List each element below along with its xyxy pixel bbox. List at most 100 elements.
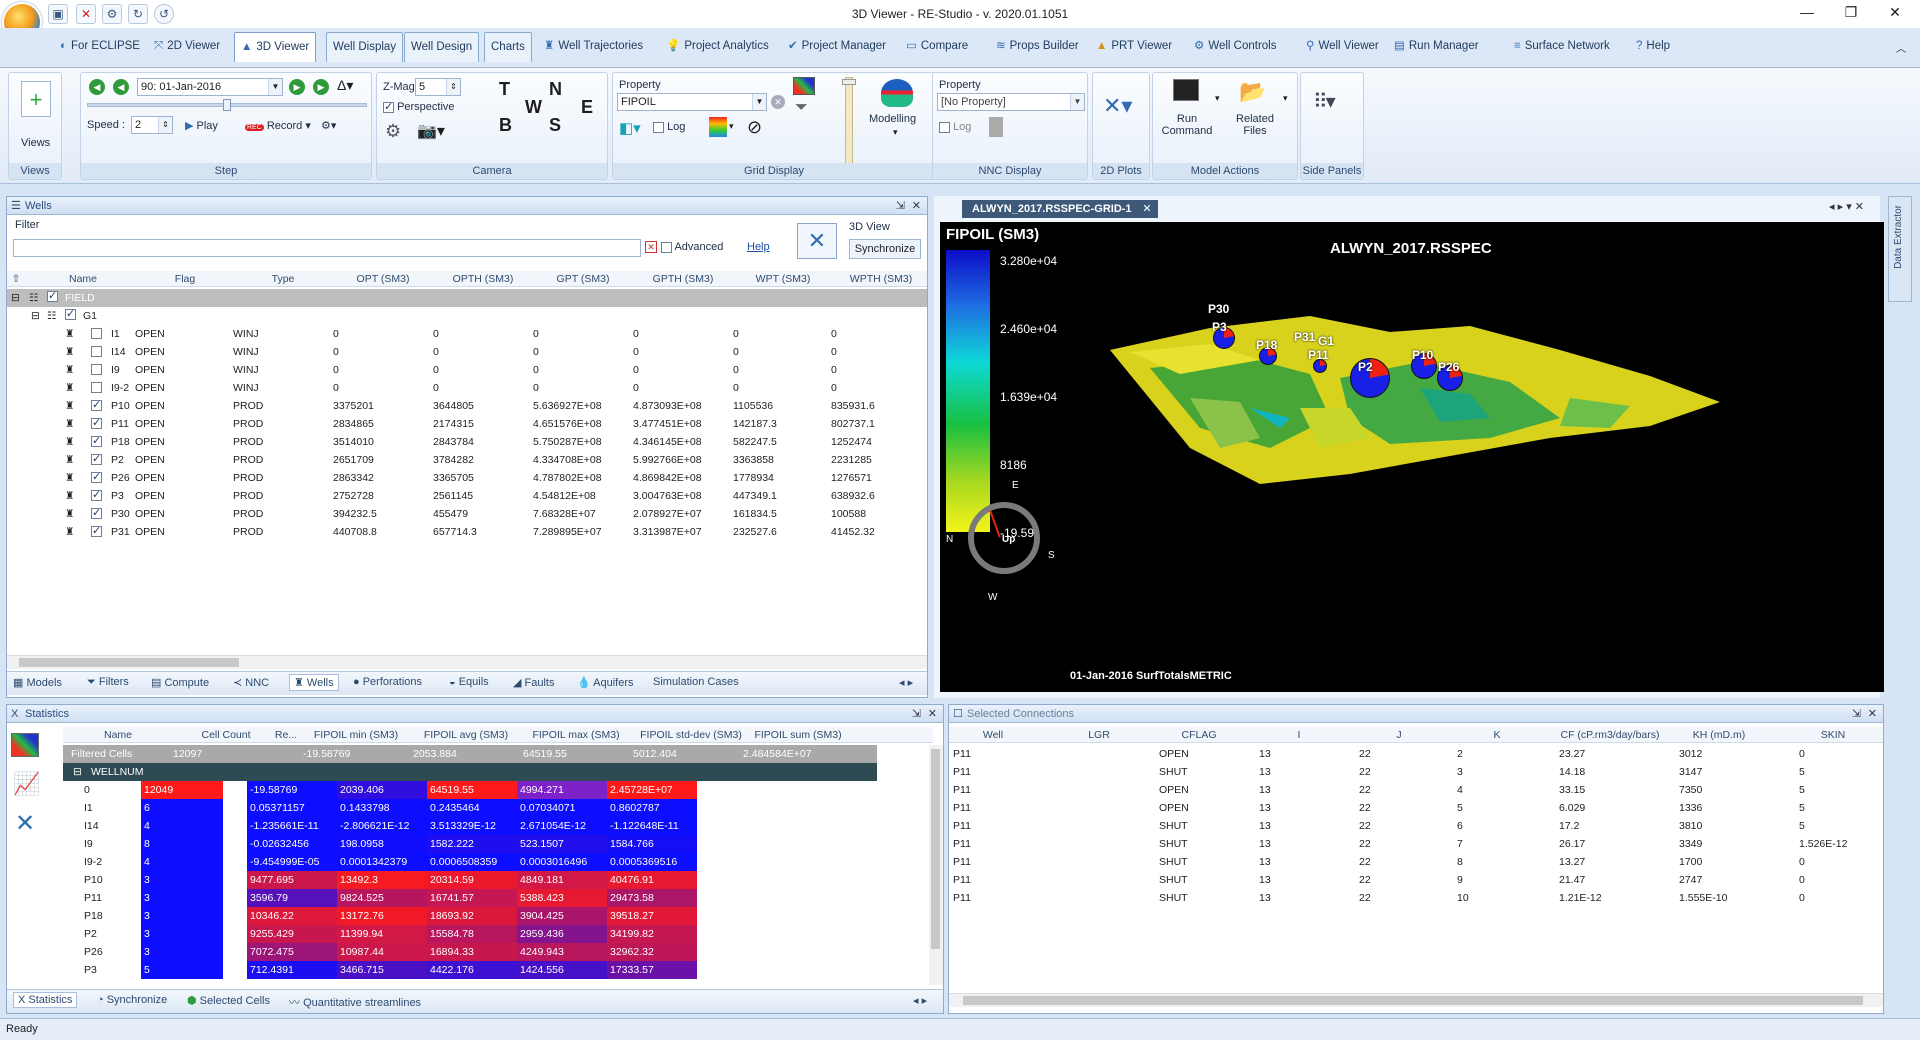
- close-icon[interactable]: ✕: [912, 197, 921, 215]
- tab-run-manager[interactable]: ▤ Run Manager: [1388, 32, 1485, 62]
- well-label[interactable]: P31: [1294, 330, 1315, 344]
- pin-icon[interactable]: ⇲: [1852, 705, 1861, 723]
- col-cf[interactable]: CF (cP.rm3/day/bars): [1535, 729, 1685, 741]
- tab-nnc[interactable]: ≺ NNC: [233, 676, 269, 689]
- modelling-dropdown-icon[interactable]: ▾: [893, 127, 898, 138]
- close-file-icon[interactable]: ✕: [76, 4, 96, 24]
- col-fipoil-max[interactable]: FIPOIL max (SM3): [521, 729, 631, 741]
- views-button[interactable]: Views: [21, 137, 50, 149]
- tab-well-design[interactable]: Well Design: [404, 32, 480, 62]
- tab-scroll-arrows[interactable]: ◂ ▸: [913, 994, 927, 1007]
- well-row[interactable]: ♜ I1 OPEN WINJ 0 0 0 0 0 0: [7, 325, 927, 343]
- well-row[interactable]: ♜ P18 OPEN PROD 3514010 2843784 5.750287E+08 4.…: [7, 433, 927, 451]
- well-visible-checkbox[interactable]: [91, 524, 102, 537]
- folder-icon[interactable]: 📂: [1239, 79, 1266, 105]
- nnc-color-scale-icon[interactable]: [989, 117, 1003, 137]
- well-label[interactable]: P18: [1256, 338, 1277, 352]
- well-visible-checkbox[interactable]: [91, 434, 102, 447]
- collapse-icon[interactable]: ⊟: [11, 292, 20, 304]
- grid-cube-icon[interactable]: ◧▾: [619, 119, 641, 137]
- refresh-icon[interactable]: ↻: [128, 4, 148, 24]
- well-visible-checkbox[interactable]: [91, 470, 102, 483]
- well-row[interactable]: ♜ P30 OPEN PROD 394232.5 455479 7.68328E+07 2.0…: [7, 505, 927, 523]
- tab-simulation-cases[interactable]: Simulation Cases: [653, 676, 739, 688]
- connections-hscrollbar[interactable]: [949, 993, 1883, 1007]
- connection-row[interactable]: P11 OPEN 13 22 4 33.15 7350 5: [949, 781, 1883, 799]
- well-visible-checkbox[interactable]: [91, 382, 102, 393]
- zmag-input[interactable]: 5 ⇕: [415, 78, 461, 96]
- tab-synchronize[interactable]: ◔ Synchronize: [97, 994, 167, 1006]
- run-command-dropdown-icon[interactable]: ▾: [1215, 93, 1220, 104]
- viewer-canvas[interactable]: FIPOIL (SM3) ALWYN_2017.RSSPEC 3.280e+04…: [940, 222, 1884, 692]
- synchronize-button[interactable]: Synchronize: [849, 239, 921, 259]
- terminal-icon[interactable]: [1173, 79, 1199, 101]
- pin-icon[interactable]: ⇲: [912, 705, 921, 723]
- tab-props-builder[interactable]: ≋ Props Builder: [990, 32, 1085, 62]
- tab-aquifers[interactable]: 💧 Aquifers: [577, 676, 634, 689]
- clear-property-icon[interactable]: ✕: [771, 95, 785, 109]
- orientation-compass[interactable]: E N S W Up: [946, 480, 1055, 603]
- side-panels-icon[interactable]: ⠿▾: [1313, 89, 1336, 114]
- tab-project-manager[interactable]: ✔ Project Manager: [782, 32, 892, 62]
- col-i[interactable]: I: [1259, 729, 1339, 741]
- tab-well-viewer[interactable]: ⚲ Well Viewer: [1300, 32, 1385, 62]
- well-visible-checkbox[interactable]: [91, 488, 102, 501]
- history-icon[interactable]: ↺: [154, 4, 174, 24]
- camera-icon[interactable]: 📷▾: [417, 121, 445, 141]
- run-command-button[interactable]: Run Command: [1159, 113, 1215, 137]
- col-name[interactable]: Name: [55, 273, 111, 285]
- connections-hscroll-thumb[interactable]: [963, 996, 1863, 1005]
- view-east-button[interactable]: E: [581, 97, 593, 118]
- well-row[interactable]: ♜ I9 OPEN WINJ 0 0 0 0 0 0: [7, 361, 927, 379]
- close-tab-icon[interactable]: ✕: [1142, 200, 1151, 218]
- well-label[interactable]: P2: [1358, 360, 1373, 374]
- related-files-button[interactable]: Related Files: [1227, 113, 1283, 137]
- last-step-icon[interactable]: ▶: [313, 79, 329, 95]
- col-wpth[interactable]: WPTH (SM3): [831, 273, 931, 285]
- color-cube-icon[interactable]: [11, 733, 39, 757]
- previous-step-icon[interactable]: ◀: [113, 79, 129, 95]
- view-south-button[interactable]: S: [549, 115, 561, 136]
- perspective-checkbox[interactable]: Perspective: [383, 100, 455, 113]
- well-row[interactable]: ♜ I14 OPEN WINJ 0 0 0 0 0 0: [7, 343, 927, 361]
- col-kh[interactable]: KH (mD.m): [1669, 729, 1769, 741]
- opacity-slider[interactable]: [845, 77, 853, 165]
- hide-icon[interactable]: ⊘: [747, 117, 762, 138]
- connection-row[interactable]: P11 SHUT 13 22 6 17.2 3810 5: [949, 817, 1883, 835]
- nnc-property-select[interactable]: [No Property] ▼: [937, 93, 1085, 111]
- well-label[interactable]: P30: [1208, 302, 1229, 316]
- chevron-up-icon[interactable]: ︿: [1896, 40, 1906, 55]
- play-button[interactable]: ▶ Play: [185, 119, 218, 132]
- step-date-select[interactable]: 90: 01-Jan-2016 ▼: [137, 78, 283, 96]
- wells-hscrollbar[interactable]: [7, 655, 927, 669]
- tab-selected-cells[interactable]: ⬢ Selected Cells: [187, 994, 270, 1007]
- modelling-button[interactable]: Modelling: [869, 113, 916, 125]
- gear-icon[interactable]: ⚙: [102, 4, 122, 24]
- well-row[interactable]: ♜ P2 OPEN PROD 2651709 3784282 4.334708E+08 5.9…: [7, 451, 927, 469]
- col-fipoil-avg[interactable]: FIPOIL avg (SM3): [411, 729, 521, 741]
- col-wpt[interactable]: WPT (SM3): [733, 273, 833, 285]
- tab-2d-viewer[interactable]: ⤧ 2D Viewer: [148, 32, 226, 62]
- well-visible-checkbox[interactable]: [91, 364, 102, 375]
- col-well[interactable]: Well: [953, 729, 1033, 741]
- gear-icon[interactable]: ⚙: [385, 121, 401, 142]
- stats-vscroll-thumb[interactable]: [931, 749, 940, 949]
- tab-surface-network[interactable]: ≡ Surface Network: [1508, 32, 1616, 62]
- well-label[interactable]: P11: [1308, 348, 1329, 362]
- tab-compute[interactable]: ▤ Compute: [151, 676, 209, 689]
- well-row[interactable]: ♜ P10 OPEN PROD 3375201 3644805 5.636927E+08 4.…: [7, 397, 927, 415]
- close-icon[interactable]: ✕: [1880, 4, 1910, 21]
- tab-perforations[interactable]: ● Perforations: [353, 676, 422, 688]
- well-visible-checkbox[interactable]: [91, 506, 102, 519]
- tab-scroll-arrows[interactable]: ◂ ▸: [899, 676, 913, 689]
- help-link[interactable]: Help: [747, 241, 770, 253]
- tab-statistics[interactable]: Χ Statistics: [13, 992, 78, 1008]
- connection-row[interactable]: P11 OPEN 13 22 5 6.029 1336 5: [949, 799, 1883, 817]
- connection-row[interactable]: P11 SHUT 13 22 3 14.18 3147 5: [949, 763, 1883, 781]
- view-bottom-button[interactable]: B: [499, 115, 512, 136]
- tab-models[interactable]: ▦ Models: [13, 676, 62, 689]
- connection-row[interactable]: P11 SHUT 13 22 10 1.21E-12 1.555E-10 0: [949, 889, 1883, 907]
- col-lgr[interactable]: LGR: [1059, 729, 1139, 741]
- pin-icon[interactable]: ⇲: [896, 197, 905, 215]
- filter-input[interactable]: [13, 239, 641, 257]
